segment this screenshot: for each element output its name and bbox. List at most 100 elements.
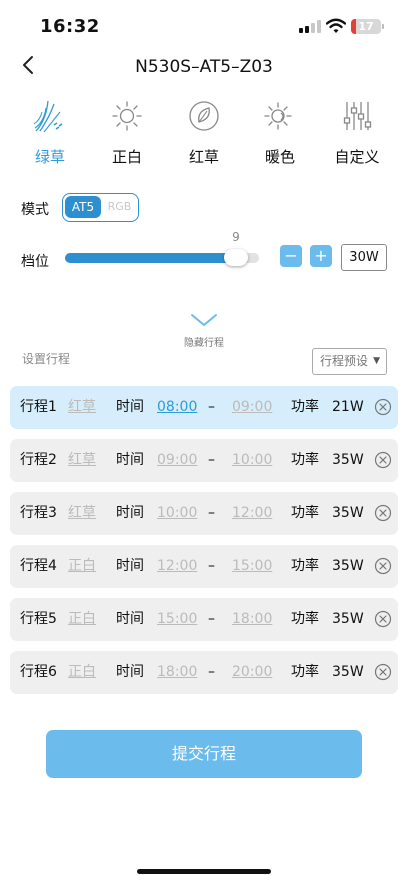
mode-toggle: AT5 RGB bbox=[62, 193, 139, 222]
delete-schedule-button[interactable] bbox=[374, 439, 392, 482]
time-separator: – bbox=[208, 664, 215, 680]
schedule-row[interactable]: 行程5 正白 时间 15:00– 18:00 功率 35W bbox=[10, 598, 398, 641]
power-value: 30W bbox=[341, 244, 387, 271]
delete-schedule-button[interactable] bbox=[374, 545, 392, 588]
time-separator: – bbox=[208, 611, 215, 627]
submit-schedule-button[interactable]: 提交行程 bbox=[46, 730, 362, 778]
start-time[interactable]: 09:00 bbox=[157, 439, 197, 482]
schedule-row[interactable]: 行程4 正白 时间 12:00– 15:00 功率 35W bbox=[10, 545, 398, 588]
schedule-mode[interactable]: 红草 bbox=[68, 492, 96, 535]
schedule-mode[interactable]: 正白 bbox=[68, 651, 96, 694]
status-time: 16:32 bbox=[40, 16, 100, 37]
leaf-icon bbox=[189, 101, 219, 131]
sliders-icon bbox=[343, 102, 372, 130]
schedule-row[interactable]: 行程3 红草 时间 10:00– 12:00 功率 35W bbox=[10, 492, 398, 535]
grass-icon bbox=[33, 100, 63, 133]
time-separator: – bbox=[208, 505, 215, 521]
schedule-name: 行程4 bbox=[20, 558, 57, 574]
schedule-power[interactable]: 35W bbox=[332, 545, 364, 588]
schedule-name: 行程6 bbox=[20, 664, 57, 680]
schedule-name: 行程3 bbox=[20, 505, 57, 521]
close-circle-icon bbox=[374, 398, 392, 416]
start-time[interactable]: 08:00 bbox=[157, 386, 197, 429]
decrease-button[interactable]: − bbox=[280, 245, 302, 267]
power-label: 功率 bbox=[291, 611, 319, 627]
time-label: 时间 bbox=[116, 558, 144, 574]
end-time[interactable]: 12:00 bbox=[232, 492, 272, 535]
slider-value: 9 bbox=[232, 230, 240, 244]
status-bar: 16:32 17 bbox=[0, 0, 408, 50]
schedule-section-label: 设置行程 bbox=[22, 352, 71, 366]
end-time[interactable]: 20:00 bbox=[232, 651, 272, 694]
delete-schedule-button[interactable] bbox=[374, 651, 392, 694]
time-separator: – bbox=[208, 558, 215, 574]
delete-schedule-button[interactable] bbox=[374, 386, 392, 429]
slider-thumb[interactable] bbox=[224, 249, 248, 266]
delete-schedule-button[interactable] bbox=[374, 598, 392, 641]
battery-percent: 17 bbox=[358, 20, 374, 33]
close-circle-icon bbox=[374, 610, 392, 628]
schedule-power[interactable]: 21W bbox=[332, 386, 364, 429]
schedule-row[interactable]: 行程2 红草 时间 09:00– 10:00 功率 35W bbox=[10, 439, 398, 482]
mode-tab-custom[interactable]: 自定义 bbox=[321, 96, 393, 172]
mode-tab-red-grass[interactable]: 红草 bbox=[168, 96, 240, 172]
schedule-power[interactable]: 35W bbox=[332, 439, 364, 482]
start-time[interactable]: 18:00 bbox=[157, 651, 197, 694]
schedule-power[interactable]: 35W bbox=[332, 492, 364, 535]
mode-label: 正白 bbox=[111, 148, 142, 166]
power-label: 功率 bbox=[291, 664, 319, 680]
mode-label: 暖色 bbox=[264, 148, 295, 166]
sun-icon bbox=[112, 101, 142, 131]
schedule-mode[interactable]: 正白 bbox=[68, 545, 96, 588]
schedule-mode[interactable]: 红草 bbox=[68, 439, 96, 482]
schedule-row[interactable]: 行程1 红草 时间 08:00– 09:00 功率 21W bbox=[10, 386, 398, 429]
schedule-mode[interactable]: 正白 bbox=[68, 598, 96, 641]
mode-option-at5[interactable]: AT5 bbox=[65, 196, 101, 218]
time-label: 时间 bbox=[116, 505, 144, 521]
collapse-toggle[interactable] bbox=[189, 310, 219, 330]
schedule-name: 行程5 bbox=[20, 611, 57, 627]
power-label: 功率 bbox=[291, 452, 319, 468]
close-circle-icon bbox=[374, 663, 392, 681]
schedule-power[interactable]: 35W bbox=[332, 598, 364, 641]
delete-schedule-button[interactable] bbox=[374, 492, 392, 535]
cellular-signal-icon bbox=[299, 20, 321, 33]
mode-tab-warm[interactable]: 暖色 bbox=[244, 96, 316, 172]
end-time[interactable]: 15:00 bbox=[232, 545, 272, 588]
mode-label: 绿草 bbox=[34, 148, 65, 166]
preset-label: 行程预设 bbox=[320, 354, 369, 368]
power-label: 功率 bbox=[291, 558, 319, 574]
chevron-down-icon bbox=[191, 314, 217, 326]
page-title: N530S–AT5–Z03 bbox=[135, 57, 273, 77]
warm-sun-icon bbox=[264, 102, 292, 130]
mode-option-rgb[interactable]: RGB bbox=[103, 196, 136, 218]
level-row-label: 档位 bbox=[21, 254, 49, 270]
schedule-power[interactable]: 35W bbox=[332, 651, 364, 694]
start-time[interactable]: 12:00 bbox=[157, 545, 197, 588]
mode-row-label: 模式 bbox=[21, 202, 49, 218]
start-time[interactable]: 15:00 bbox=[157, 598, 197, 641]
end-time[interactable]: 09:00 bbox=[232, 386, 272, 429]
time-label: 时间 bbox=[116, 611, 144, 627]
mode-tab-white[interactable]: 正白 bbox=[91, 96, 163, 172]
close-circle-icon bbox=[374, 504, 392, 522]
power-label: 功率 bbox=[291, 399, 319, 415]
time-label: 时间 bbox=[116, 664, 144, 680]
home-indicator bbox=[137, 869, 271, 874]
time-label: 时间 bbox=[116, 452, 144, 468]
end-time[interactable]: 10:00 bbox=[232, 439, 272, 482]
power-label: 功率 bbox=[291, 505, 319, 521]
increase-button[interactable]: + bbox=[310, 245, 332, 267]
slider-fill bbox=[65, 253, 236, 263]
schedule-row[interactable]: 行程6 正白 时间 18:00– 20:00 功率 35W bbox=[10, 651, 398, 694]
mode-tab-green-grass[interactable]: 绿草 bbox=[14, 96, 86, 172]
schedule-mode[interactable]: 红草 bbox=[68, 386, 96, 429]
battery-icon: 17 bbox=[351, 19, 381, 34]
collapse-label[interactable]: 隐藏行程 bbox=[0, 334, 408, 349]
start-time[interactable]: 10:00 bbox=[157, 492, 197, 535]
wifi-icon bbox=[325, 18, 347, 34]
time-label: 时间 bbox=[116, 399, 144, 415]
end-time[interactable]: 18:00 bbox=[232, 598, 272, 641]
schedule-name: 行程2 bbox=[20, 452, 57, 468]
preset-select[interactable]: 行程预设 ▼ bbox=[312, 348, 387, 375]
